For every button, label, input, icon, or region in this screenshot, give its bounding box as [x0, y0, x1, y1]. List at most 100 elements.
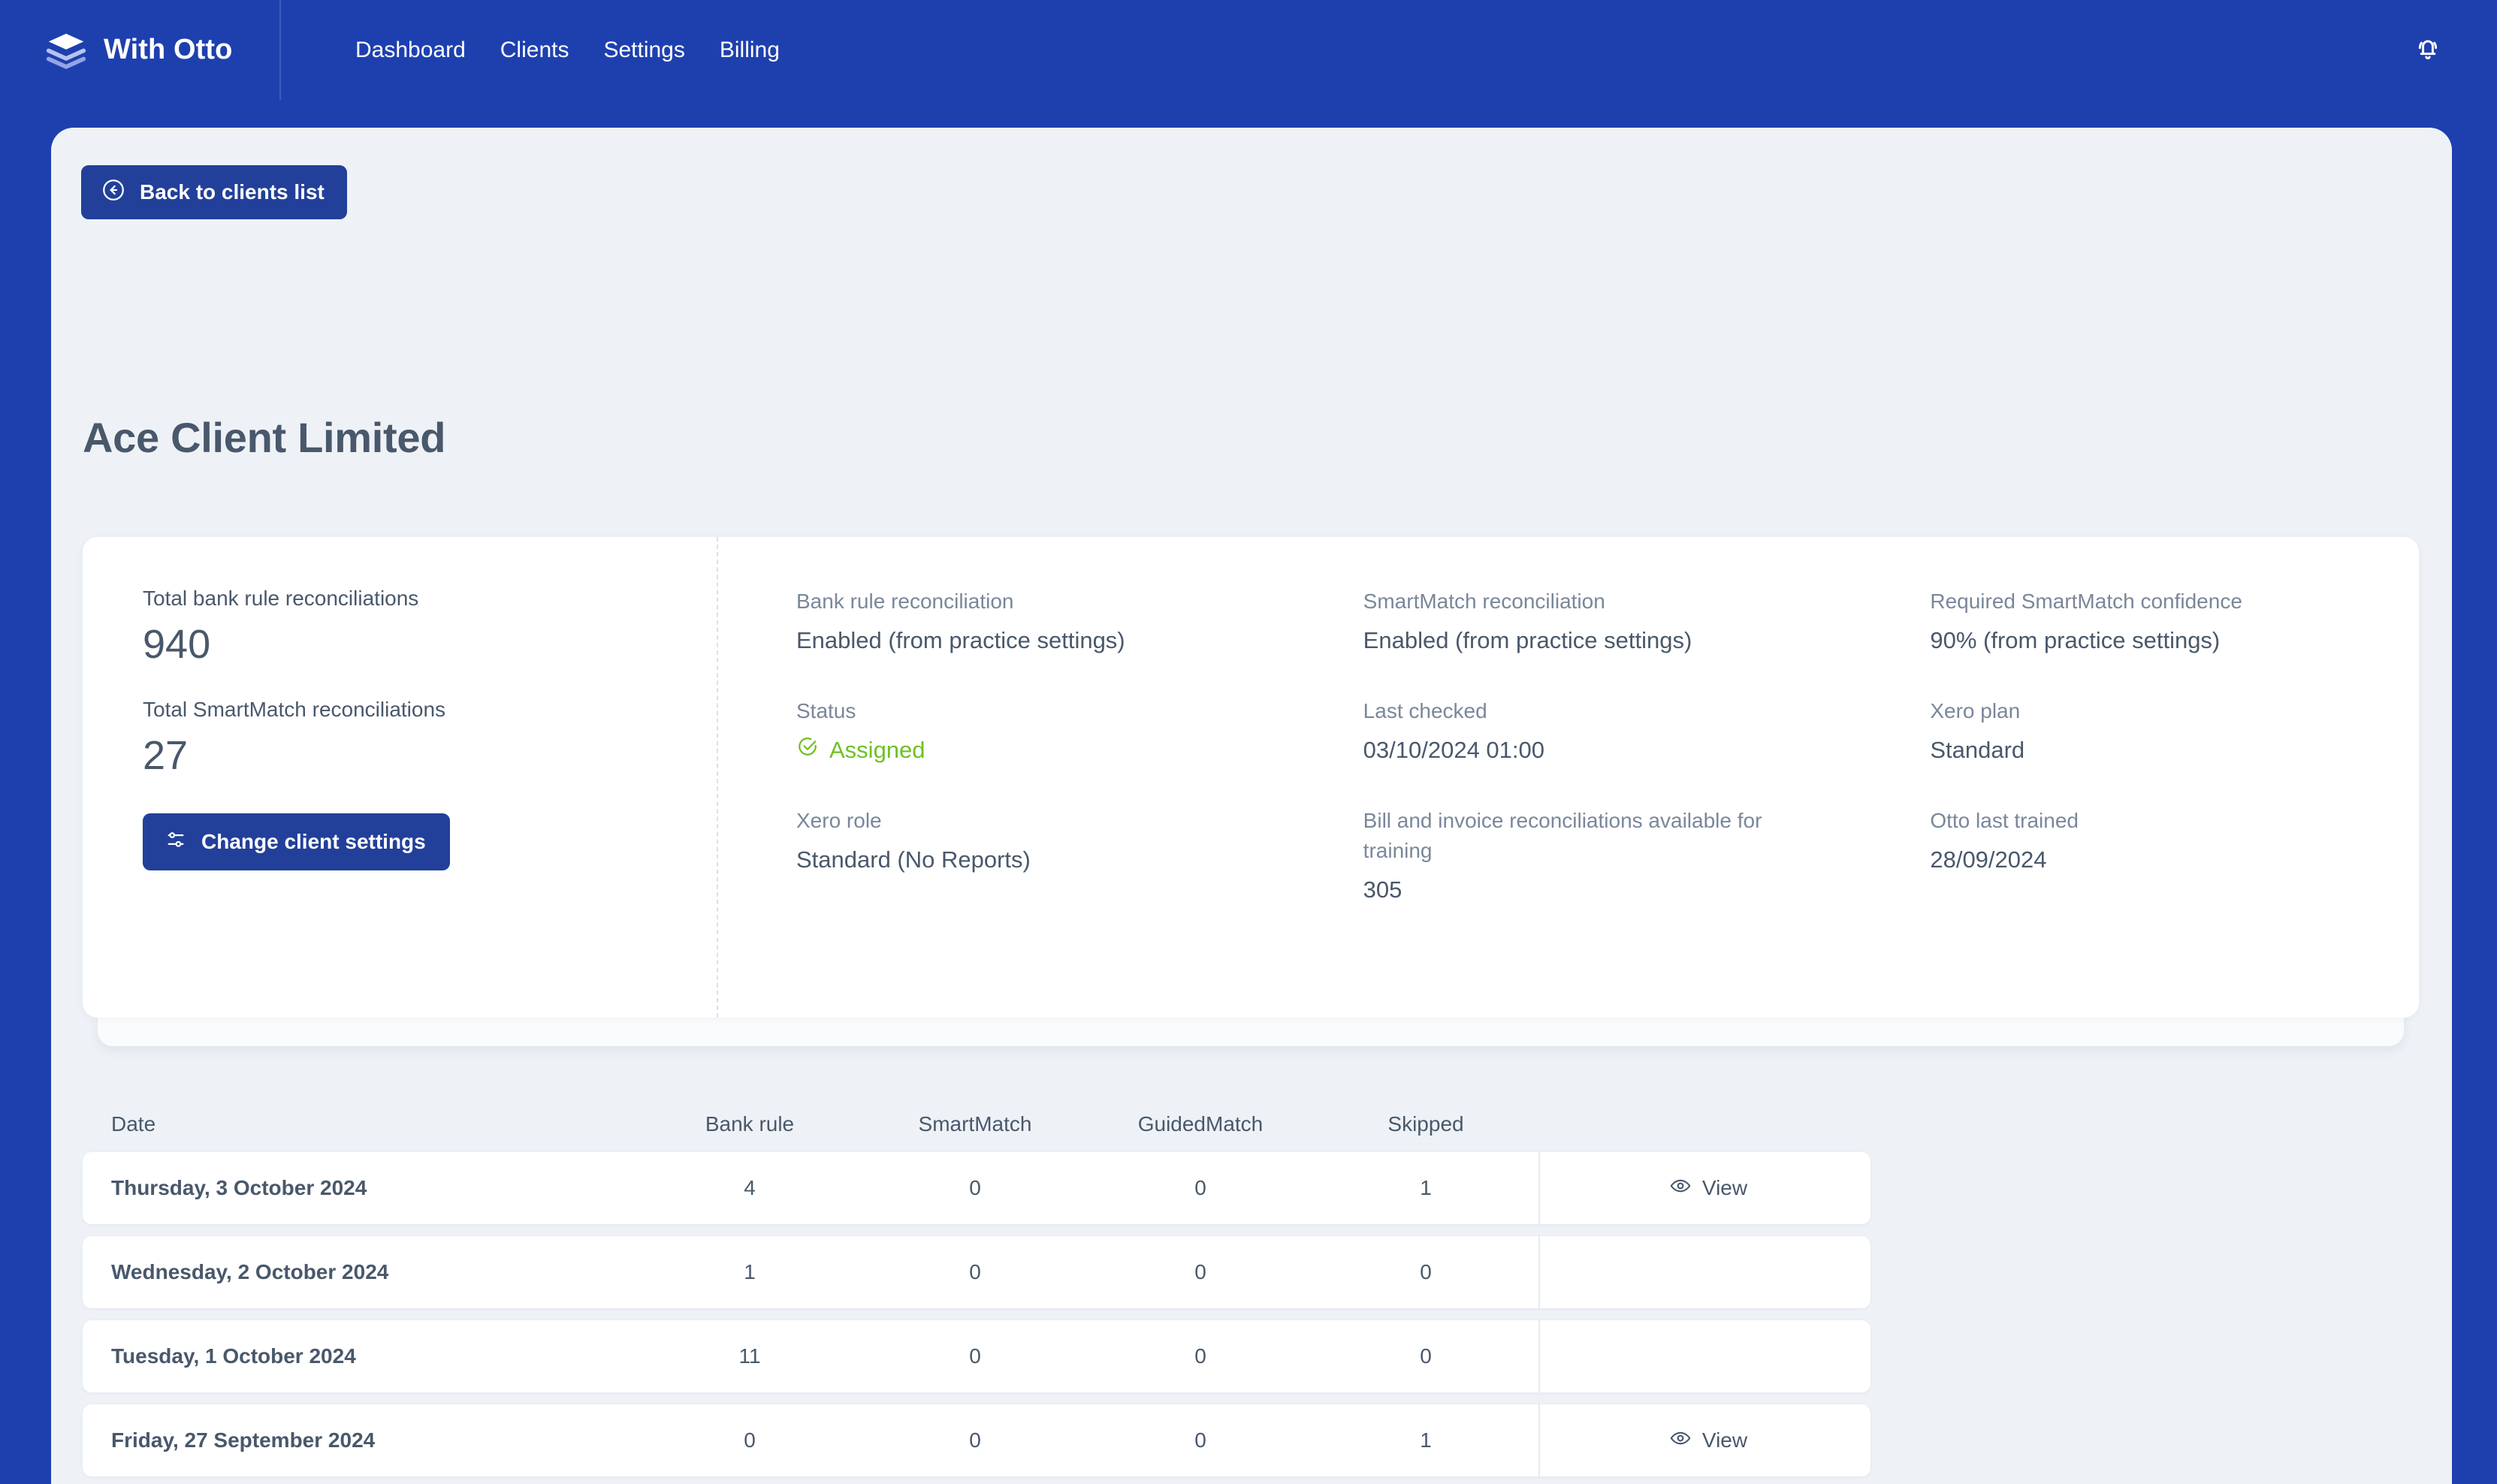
- field-label: Xero plan: [1930, 699, 2021, 723]
- cell-guidedmatch: 0: [1194, 1344, 1206, 1368]
- nav-item-billing[interactable]: Billing: [702, 0, 797, 100]
- total-smartmatch-label: Total SmartMatch reconciliations: [143, 698, 446, 721]
- sliders-icon: [164, 828, 188, 857]
- eye-icon: [1669, 1175, 1692, 1202]
- field-label: Status: [796, 699, 856, 723]
- summary-column-2: SmartMatch reconciliation Enabled (from …: [1285, 587, 1852, 1018]
- main-nav: Dashboard Clients Settings Billing: [338, 0, 797, 100]
- back-button-label: Back to clients list: [140, 180, 325, 204]
- field-required-smartmatch-confidence: Required SmartMatch confidence 90% (from…: [1930, 587, 2401, 656]
- column-header-smartmatch: SmartMatch: [918, 1112, 1032, 1136]
- change-client-settings-button[interactable]: Change client settings: [143, 813, 450, 870]
- page-title: Ace Client Limited: [83, 414, 446, 461]
- view-button[interactable]: View: [1669, 1175, 1747, 1202]
- check-circle-icon: [796, 735, 819, 765]
- field-value: 28/09/2024: [1930, 846, 2047, 873]
- column-header-skipped: Skipped: [1387, 1112, 1464, 1136]
- reconciliations-table: Date Bank rule SmartMatch GuidedMatch Sk…: [83, 1096, 1870, 1484]
- eye-icon: [1669, 1427, 1692, 1455]
- view-button-label: View: [1701, 1176, 1748, 1199]
- field-otto-last-trained: Otto last trained 28/09/2024: [1930, 806, 2401, 875]
- back-to-clients-list-button[interactable]: Back to clients list: [81, 165, 347, 219]
- cell-actions: View: [1538, 1152, 1877, 1224]
- cell-bank-rule: 0: [744, 1428, 756, 1452]
- change-client-settings-label: Change client settings: [201, 830, 426, 853]
- status-label: Assigned: [829, 736, 925, 763]
- summary-card: Total bank rule reconciliations 940 Tota…: [83, 537, 2419, 1018]
- field-bank-rule-reconciliation: Bank rule reconciliation Enabled (from p…: [796, 587, 1267, 656]
- cell-skipped: 0: [1420, 1260, 1432, 1283]
- column-header-guidedmatch: GuidedMatch: [1137, 1112, 1264, 1136]
- notifications-button[interactable]: [2398, 20, 2458, 80]
- field-value: Enabled (from practice settings): [796, 626, 1125, 653]
- cell-actions: View: [1538, 1404, 1877, 1476]
- table-row[interactable]: Thursday, 3 October 2024 4 0 0 1 View: [83, 1152, 1870, 1224]
- cell-actions: View: [1538, 1320, 1877, 1392]
- nav-item-settings[interactable]: Settings: [586, 0, 702, 100]
- table-body: Thursday, 3 October 2024 4 0 0 1 View Wednesda…: [83, 1152, 1870, 1484]
- summary-totals-column: Total bank rule reconciliations 940 Tota…: [83, 537, 718, 1018]
- status-badge: Assigned: [796, 735, 1267, 765]
- field-value: Standard: [1930, 736, 2025, 763]
- table-row[interactable]: Wednesday, 2 October 20241000View: [83, 1236, 1870, 1308]
- brand-name: With Otto: [104, 34, 233, 65]
- field-label: Last checked: [1363, 699, 1487, 723]
- field-label: SmartMatch reconciliation: [1363, 590, 1605, 613]
- field-label: Bill and invoice reconciliations availab…: [1363, 809, 1762, 862]
- table-row[interactable]: Friday, 27 September 2024 0 0 0 1 View: [83, 1404, 1870, 1476]
- field-smartmatch-reconciliation: SmartMatch reconciliation Enabled (from …: [1363, 587, 1834, 656]
- cell-bank-rule: 11: [738, 1344, 761, 1368]
- field-xero-role: Xero role Standard (No Reports): [796, 806, 1267, 875]
- field-value: 03/10/2024 01:00: [1363, 736, 1545, 763]
- column-header-date: Date: [111, 1112, 156, 1136]
- column-header-bank-rule: Bank rule: [705, 1112, 795, 1136]
- bell-icon: [2411, 32, 2444, 68]
- cell-date: Friday, 27 September 2024: [111, 1428, 376, 1452]
- view-button-label: View: [1701, 1428, 1748, 1452]
- nav-item-dashboard[interactable]: Dashboard: [338, 0, 483, 100]
- layers-icon: [45, 29, 87, 71]
- field-label: Bank rule reconciliation: [796, 590, 1014, 613]
- field-value: 90% (from practice settings): [1930, 626, 2221, 653]
- field-label: Required SmartMatch confidence: [1930, 590, 2242, 613]
- nav-item-clients[interactable]: Clients: [483, 0, 587, 100]
- total-bank-rule-label: Total bank rule reconciliations: [143, 587, 419, 610]
- table-row[interactable]: Tuesday, 1 October 202411000View: [83, 1320, 1870, 1392]
- view-button[interactable]: View: [1669, 1427, 1747, 1455]
- cell-date: Tuesday, 1 October 2024: [111, 1344, 356, 1368]
- cell-guidedmatch: 0: [1194, 1260, 1206, 1283]
- cell-skipped: 0: [1420, 1344, 1432, 1368]
- summary-column-1: Bank rule reconciliation Enabled (from p…: [718, 587, 1285, 1018]
- field-xero-plan: Xero plan Standard: [1930, 696, 2401, 765]
- cell-guidedmatch: 0: [1194, 1428, 1206, 1452]
- content-panel: Back to clients list Ace Client Limited …: [51, 128, 2452, 1484]
- summary-column-3: Required SmartMatch confidence 90% (from…: [1852, 587, 2419, 1018]
- field-value: 305: [1363, 876, 1402, 903]
- cell-smartmatch: 0: [969, 1176, 981, 1199]
- cell-skipped: 1: [1420, 1176, 1432, 1199]
- cell-smartmatch: 0: [969, 1260, 981, 1283]
- total-bank-rule-value: 940: [143, 622, 211, 667]
- field-last-checked: Last checked 03/10/2024 01:00: [1363, 696, 1834, 765]
- total-smartmatch-value: 27: [143, 733, 189, 778]
- field-label: Otto last trained: [1930, 809, 2079, 833]
- field-bill-invoice-training: Bill and invoice reconciliations availab…: [1363, 806, 1834, 905]
- cell-smartmatch: 0: [969, 1344, 981, 1368]
- table-header-row: Date Bank rule SmartMatch GuidedMatch Sk…: [83, 1096, 1870, 1152]
- field-status: Status Assigned: [796, 696, 1267, 765]
- cell-date: Wednesday, 2 October 2024: [111, 1260, 389, 1283]
- cell-actions: View: [1538, 1236, 1877, 1308]
- top-navigation-bar: With Otto Dashboard Clients Settings Bil…: [0, 0, 2497, 100]
- field-value: Enabled (from practice settings): [1363, 626, 1692, 653]
- field-label: Xero role: [796, 809, 882, 833]
- field-value: Standard (No Reports): [796, 846, 1031, 873]
- cell-bank-rule: 1: [744, 1260, 756, 1283]
- cell-date: Thursday, 3 October 2024: [111, 1176, 367, 1199]
- cell-skipped: 1: [1420, 1428, 1432, 1452]
- brand-logo-link[interactable]: With Otto: [0, 0, 281, 100]
- arrow-left-circle-icon: [101, 177, 126, 208]
- cell-smartmatch: 0: [969, 1428, 981, 1452]
- cell-bank-rule: 4: [744, 1176, 756, 1199]
- cell-guidedmatch: 0: [1194, 1176, 1206, 1199]
- summary-fields-columns: Bank rule reconciliation Enabled (from p…: [718, 537, 2419, 1018]
